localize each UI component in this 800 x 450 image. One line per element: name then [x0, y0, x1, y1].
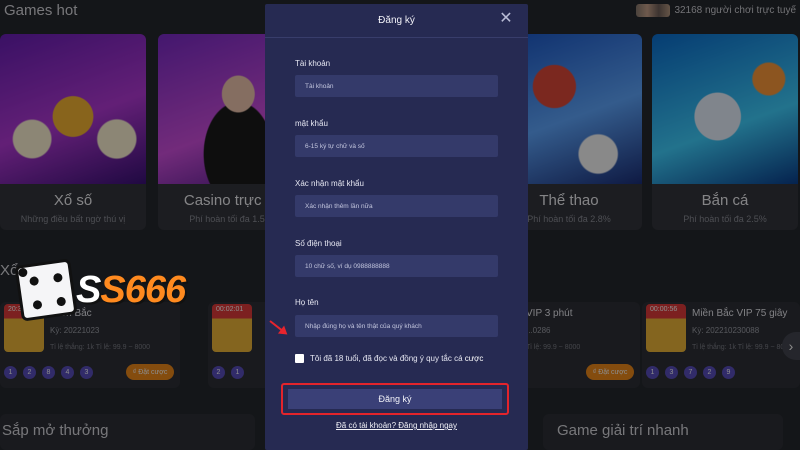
phone-input[interactable]: [295, 255, 498, 277]
phone-label: Số điện thoại: [295, 239, 342, 248]
username-label: Tài khoản: [295, 59, 331, 68]
modal-header: Đăng ký ✕: [265, 4, 528, 38]
terms-checkbox[interactable]: [295, 354, 304, 363]
username-input[interactable]: [295, 75, 498, 97]
fullname-label: Họ tên: [295, 298, 319, 307]
modal-title: Đăng ký: [378, 15, 415, 26]
terms-agreement: Tôi đã 18 tuổi, đã đọc và đồng ý quy tắc…: [295, 354, 483, 363]
dice-logo-icon: [14, 258, 78, 322]
s666-logo: SS666: [14, 258, 188, 322]
submit-highlight-frame: Đăng ký: [281, 383, 509, 415]
register-submit-button[interactable]: Đăng ký: [288, 389, 502, 409]
confirm-password-input[interactable]: [295, 195, 498, 217]
password-label: mật khẩu: [295, 119, 328, 128]
login-link[interactable]: Đã có tài khoản? Đăng nhập ngay: [265, 421, 528, 430]
password-input[interactable]: [295, 135, 498, 157]
terms-text: Tôi đã 18 tuổi, đã đọc và đồng ý quy tắc…: [310, 354, 484, 363]
confirm-password-label: Xác nhận mật khẩu: [295, 179, 364, 188]
fullname-input[interactable]: [295, 315, 498, 337]
close-icon[interactable]: ✕: [498, 11, 514, 27]
logo-wordmark: SS666: [76, 268, 186, 311]
